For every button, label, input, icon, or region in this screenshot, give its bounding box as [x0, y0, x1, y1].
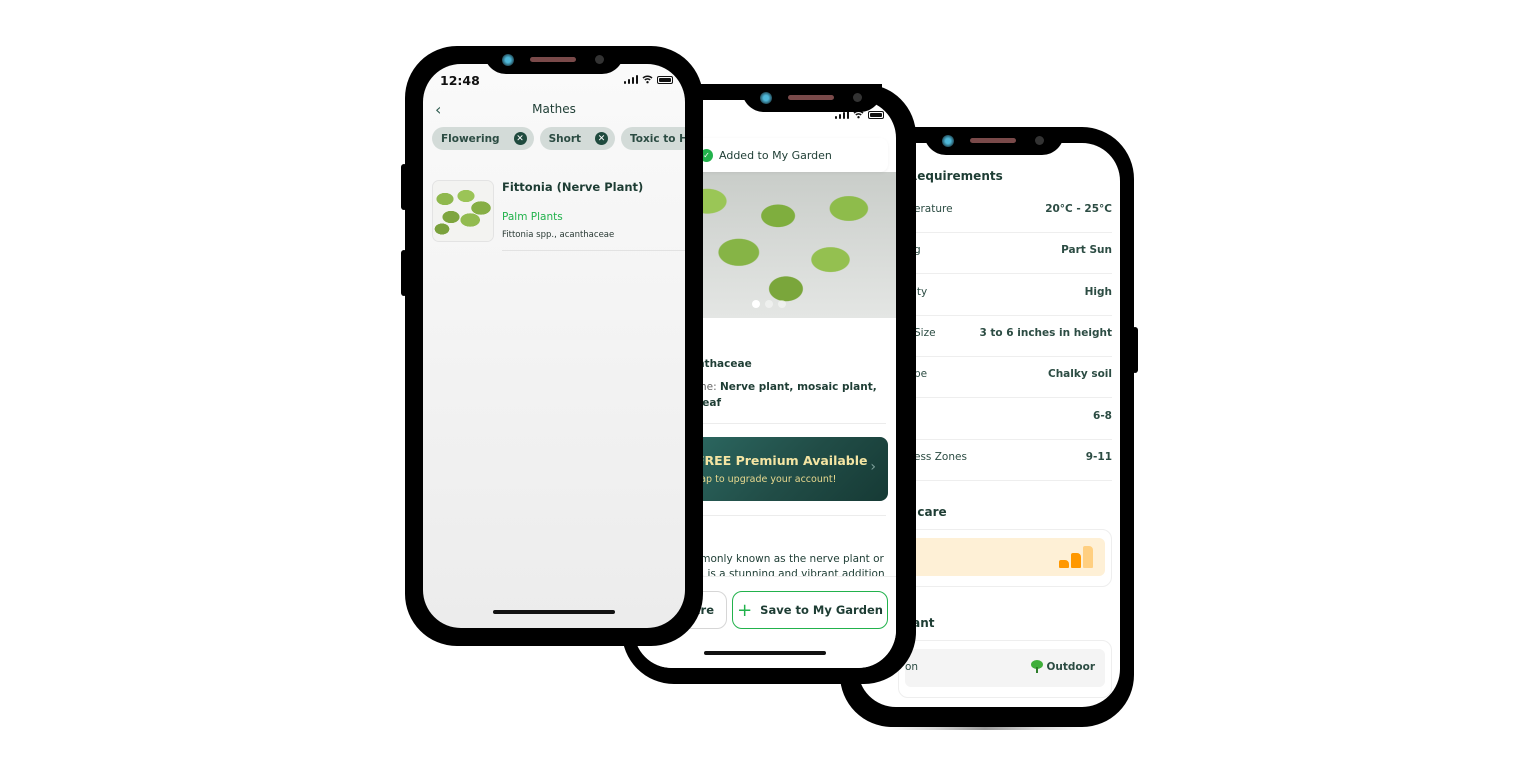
- premium-title: FREE Premium Available: [696, 453, 868, 468]
- save-to-garden-button[interactable]: + Save to My Garden: [732, 591, 888, 629]
- status-icons: [623, 75, 673, 84]
- home-indicator: [493, 610, 615, 614]
- chevron-right-icon: ›: [870, 459, 876, 475]
- added-toast: ✓ Added to My Garden: [692, 138, 888, 172]
- requirement-key: erature: [914, 203, 953, 215]
- requirement-value: 3 to 6 inches in height: [979, 326, 1112, 339]
- close-circle-icon[interactable]: ✕: [513, 132, 527, 145]
- carousel-dot[interactable]: [765, 300, 773, 308]
- premium-subtitle: Tap to upgrade your account!: [696, 474, 837, 485]
- requirement-row: erature 20°C - 25°C: [914, 191, 1112, 233]
- plant-thumbnail: [432, 180, 494, 242]
- care-level-bar: [905, 538, 1105, 576]
- requirement-value: 6-8: [1093, 409, 1112, 422]
- divider: [690, 423, 886, 424]
- plus-icon: +: [737, 599, 753, 621]
- notch: [924, 127, 1064, 155]
- phone-search-results: 12:48 ‹ Mathes Flowering ✕ Short ✕ Toxic to …: [401, 46, 703, 646]
- common-names: ame: Nerve plant, mosaic plant, t leaf: [690, 381, 877, 409]
- camera-icon: [760, 92, 772, 104]
- requirement-row: Size 3 to 6 inches in height: [914, 315, 1112, 357]
- plant-category: Palm Plants: [502, 211, 563, 223]
- side-button: [1132, 327, 1138, 373]
- divider: [502, 250, 685, 251]
- plant-name: Fittonia (Nerve Plant): [502, 180, 644, 194]
- premium-banner[interactable]: FREE Premium Available Tap to upgrade yo…: [674, 437, 888, 501]
- filter-chip[interactable]: Toxic to Human: [621, 127, 685, 150]
- plant-scientific-name: Fittonia spp., acanthaceae: [502, 230, 615, 240]
- volume-up-button: [401, 164, 407, 210]
- difficulty-bars-icon: [1059, 546, 1093, 568]
- filter-chip[interactable]: Short ✕: [539, 127, 616, 150]
- requirement-value: Part Sun: [1061, 244, 1112, 257]
- requirement-row: 6-8: [914, 398, 1112, 440]
- requirement-row: ess Zones 9-11: [914, 439, 1112, 481]
- wifi-icon: [642, 75, 653, 84]
- requirement-row: g Part Sun: [914, 232, 1112, 275]
- care-level-card: [898, 529, 1112, 587]
- notch: [742, 84, 882, 112]
- requirement-value: High: [1084, 285, 1112, 298]
- requirement-row: pe Chalky soil: [914, 356, 1112, 399]
- requirement-key: Size: [914, 326, 936, 339]
- battery-icon: [657, 75, 673, 84]
- requirement-key: ess Zones: [914, 450, 967, 463]
- camera-icon: [502, 54, 514, 66]
- toast-text: Added to My Garden: [719, 148, 832, 162]
- battery-icon: [868, 110, 884, 119]
- camera-icon: [942, 135, 954, 147]
- requirements-title: Requirements: [908, 169, 1003, 183]
- care-bar: [1059, 560, 1069, 568]
- care-bar: [1071, 553, 1081, 568]
- results-screen: 12:48 ‹ Mathes Flowering ✕ Short ✕ Toxic to …: [423, 64, 685, 628]
- home-indicator: [704, 651, 826, 655]
- placement-card: on Outdoor: [898, 640, 1112, 698]
- tree-icon: [1031, 660, 1044, 673]
- care-bar: [1083, 546, 1093, 568]
- carousel-dot[interactable]: [752, 300, 760, 308]
- requirement-value: 20°C - 25°C: [1045, 203, 1112, 215]
- requirement-value: 9-11: [1085, 450, 1112, 463]
- volume-down-button: [401, 250, 407, 296]
- placement-value: Outdoor: [1031, 660, 1095, 673]
- carousel-indicator: [752, 300, 786, 308]
- requirement-row: ity High: [914, 274, 1112, 316]
- requirement-value: Chalky soil: [1047, 368, 1112, 381]
- signal-icon: [623, 75, 638, 84]
- placement-key: on: [905, 661, 919, 673]
- list-item[interactable]: Fittonia (Nerve Plant) Palm Plants Fitto…: [432, 180, 685, 252]
- carousel-dot[interactable]: [778, 300, 786, 308]
- page-title: Mathes: [532, 102, 576, 116]
- close-circle-icon[interactable]: ✕: [595, 132, 609, 145]
- divider: [690, 515, 886, 516]
- notch: [484, 46, 624, 74]
- status-time: 12:48: [440, 73, 480, 88]
- filter-chips: Flowering✕Short✕Toxic to Human: [432, 127, 685, 150]
- filter-chip[interactable]: Flowering ✕: [432, 127, 534, 150]
